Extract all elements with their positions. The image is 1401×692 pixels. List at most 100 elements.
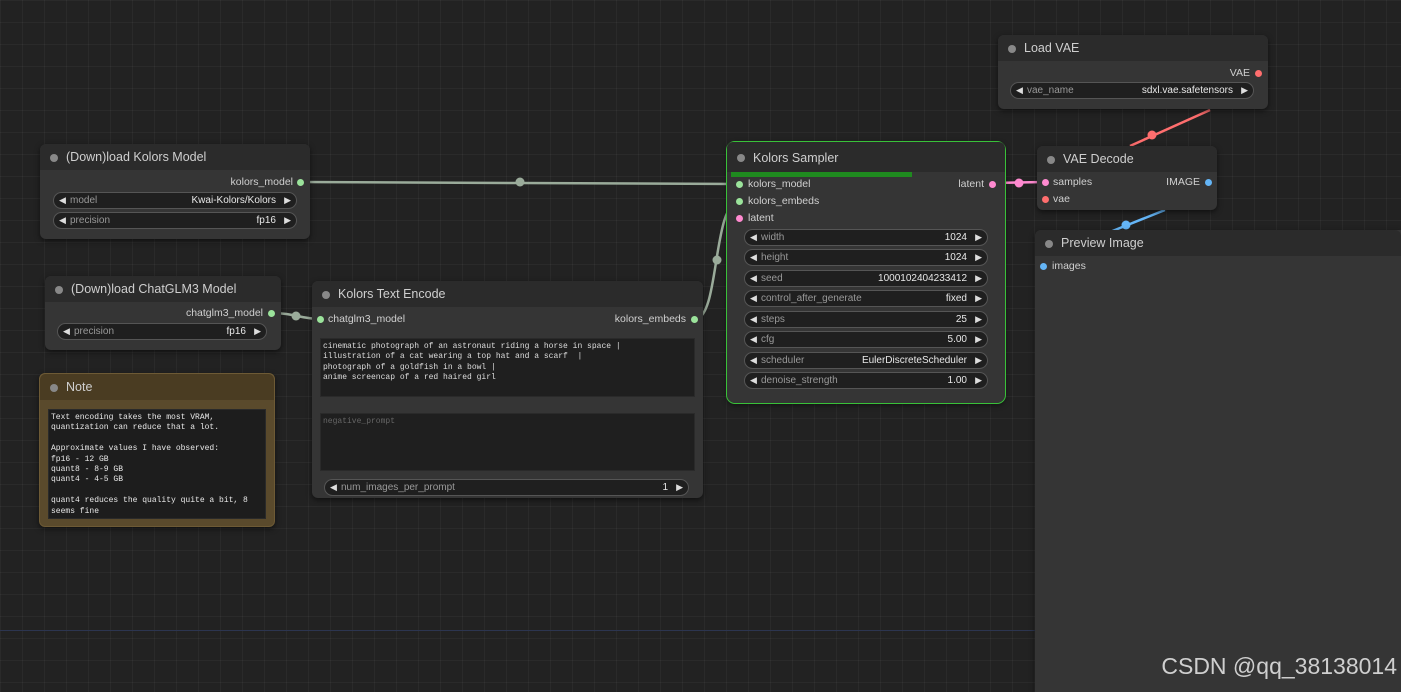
kolors-model-node[interactable]: (Down)load Kolors Model kolors_model ◀ m… bbox=[40, 144, 310, 239]
arrow-right-icon[interactable]: ▶ bbox=[975, 250, 982, 265]
input-chatglm3-model-label: chatglm3_model bbox=[328, 313, 406, 325]
arrow-left-icon[interactable]: ◀ bbox=[59, 213, 66, 228]
load-vae-node[interactable]: Load VAE VAE ◀ vae_name sdxl.vae.safeten… bbox=[998, 35, 1268, 109]
arrow-left-icon[interactable]: ◀ bbox=[750, 312, 757, 327]
prompt-textarea[interactable]: cinematic photograph of an astronaut rid… bbox=[320, 338, 695, 397]
steps-stepper[interactable]: ◀ steps 25 ▶ bbox=[744, 311, 988, 328]
arrow-right-icon[interactable]: ▶ bbox=[975, 271, 982, 286]
node-title-bar[interactable]: Note bbox=[40, 374, 274, 400]
arrow-right-icon[interactable]: ▶ bbox=[284, 193, 291, 208]
model-combo[interactable]: ◀ model Kwai-Kolors/Kolors ▶ bbox=[53, 192, 297, 209]
num-images-per-prompt-stepper[interactable]: ◀ num_images_per_prompt 1 ▶ bbox=[324, 479, 689, 496]
cfg-stepper[interactable]: ◀ cfg 5.00 ▶ bbox=[744, 331, 988, 348]
arrow-right-icon[interactable]: ▶ bbox=[975, 230, 982, 245]
chatglm3-model-node[interactable]: (Down)load ChatGLM3 Model chatglm3_model… bbox=[45, 276, 281, 350]
widget-value: EulerDiscreteScheduler bbox=[861, 355, 967, 366]
input-kolors-model-label: kolors_model bbox=[748, 178, 811, 190]
arrow-left-icon[interactable]: ◀ bbox=[750, 271, 757, 286]
collapse-dot-icon[interactable] bbox=[50, 384, 58, 392]
arrow-left-icon[interactable]: ◀ bbox=[750, 353, 757, 368]
widget-label: scheduler bbox=[761, 355, 805, 366]
note-node[interactable]: Note Text encoding takes the most VRAM, … bbox=[39, 373, 275, 527]
kolors-text-encode-node[interactable]: Kolors Text Encode chatglm3_model kolors… bbox=[312, 281, 703, 498]
output-vae-slot[interactable] bbox=[1255, 70, 1262, 77]
output-chatglm3-model-slot[interactable] bbox=[268, 310, 275, 317]
arrow-right-icon[interactable]: ▶ bbox=[284, 213, 291, 228]
collapse-dot-icon[interactable] bbox=[1008, 45, 1016, 53]
widget-label: cfg bbox=[761, 334, 775, 345]
input-samples-slot[interactable] bbox=[1042, 179, 1049, 186]
vae-name-combo[interactable]: ◀ vae_name sdxl.vae.safetensors ▶ bbox=[1010, 82, 1254, 99]
node-title-bar[interactable]: Kolors Sampler bbox=[727, 142, 1005, 172]
output-kolors-model-label: kolors_model bbox=[230, 176, 293, 188]
precision-combo[interactable]: ◀ precision fp16 ▶ bbox=[53, 212, 297, 229]
widget-value: fp16 bbox=[226, 326, 246, 337]
input-latent-label: latent bbox=[748, 212, 774, 224]
input-kolors-embeds-slot[interactable] bbox=[736, 198, 743, 205]
input-vae-slot[interactable] bbox=[1042, 196, 1049, 203]
input-kolors-model-slot[interactable] bbox=[736, 181, 743, 188]
input-samples-label: samples bbox=[1053, 176, 1093, 188]
wire-vae-midpoint bbox=[1147, 130, 1157, 140]
scheduler-combo[interactable]: ◀ scheduler EulerDiscreteScheduler ▶ bbox=[744, 352, 988, 369]
wire-image bbox=[1109, 208, 1166, 234]
preview-image-node[interactable]: Preview Image images bbox=[1035, 230, 1401, 692]
arrow-left-icon[interactable]: ◀ bbox=[750, 291, 757, 306]
denoise-strength-stepper[interactable]: ◀ denoise_strength 1.00 ▶ bbox=[744, 372, 988, 389]
widget-value: 1024 bbox=[944, 232, 967, 243]
height-stepper[interactable]: ◀ height 1024 ▶ bbox=[744, 249, 988, 266]
collapse-dot-icon[interactable] bbox=[1045, 240, 1053, 248]
arrow-left-icon[interactable]: ◀ bbox=[59, 193, 66, 208]
arrow-right-icon[interactable]: ▶ bbox=[975, 332, 982, 347]
output-kolors-embeds-slot[interactable] bbox=[691, 316, 698, 323]
canvas-guide-line bbox=[0, 630, 1035, 631]
kolors-sampler-node[interactable]: Kolors Sampler kolors_model latent kolor… bbox=[726, 141, 1006, 404]
vae-decode-node[interactable]: VAE Decode samples IMAGE vae bbox=[1037, 146, 1217, 210]
node-title-bar[interactable]: (Down)load ChatGLM3 Model bbox=[45, 276, 281, 302]
input-latent-slot[interactable] bbox=[736, 215, 743, 222]
widget-value: fixed bbox=[945, 293, 967, 304]
arrow-left-icon[interactable]: ◀ bbox=[63, 324, 70, 339]
note-text[interactable]: Text encoding takes the most VRAM, quant… bbox=[48, 409, 266, 519]
width-stepper[interactable]: ◀ width 1024 ▶ bbox=[744, 229, 988, 246]
arrow-right-icon[interactable]: ▶ bbox=[975, 291, 982, 306]
arrow-right-icon[interactable]: ▶ bbox=[975, 353, 982, 368]
seed-stepper[interactable]: ◀ seed 1000102404233412 ▶ bbox=[744, 270, 988, 287]
collapse-dot-icon[interactable] bbox=[50, 154, 58, 162]
precision-combo[interactable]: ◀ precision fp16 ▶ bbox=[57, 323, 267, 340]
input-vae-label: vae bbox=[1053, 193, 1070, 205]
node-title-bar[interactable]: Kolors Text Encode bbox=[312, 281, 703, 307]
negative-prompt-textarea[interactable]: negative_prompt bbox=[320, 413, 695, 471]
node-title-bar[interactable]: (Down)load Kolors Model bbox=[40, 144, 310, 170]
arrow-right-icon[interactable]: ▶ bbox=[1241, 83, 1248, 98]
arrow-left-icon[interactable]: ◀ bbox=[1016, 83, 1023, 98]
arrow-right-icon[interactable]: ▶ bbox=[975, 373, 982, 388]
node-title: (Down)load ChatGLM3 Model bbox=[71, 282, 237, 296]
widget-label: width bbox=[761, 232, 785, 243]
arrow-right-icon[interactable]: ▶ bbox=[975, 312, 982, 327]
arrow-left-icon[interactable]: ◀ bbox=[750, 373, 757, 388]
collapse-dot-icon[interactable] bbox=[55, 286, 63, 294]
arrow-left-icon[interactable]: ◀ bbox=[750, 332, 757, 347]
node-title: Kolors Sampler bbox=[753, 151, 839, 165]
node-title-bar[interactable]: Preview Image bbox=[1035, 230, 1401, 256]
collapse-dot-icon[interactable] bbox=[1047, 156, 1055, 164]
node-title-bar[interactable]: VAE Decode bbox=[1037, 146, 1217, 172]
collapse-dot-icon[interactable] bbox=[737, 154, 745, 162]
collapse-dot-icon[interactable] bbox=[322, 291, 330, 299]
widget-value: fp16 bbox=[256, 215, 276, 226]
node-title-bar[interactable]: Load VAE bbox=[998, 35, 1268, 61]
input-images-slot[interactable] bbox=[1040, 263, 1047, 270]
input-chatglm3-model-slot[interactable] bbox=[317, 316, 324, 323]
arrow-right-icon[interactable]: ▶ bbox=[254, 324, 261, 339]
output-kolors-model-slot[interactable] bbox=[297, 179, 304, 186]
arrow-left-icon[interactable]: ◀ bbox=[330, 480, 337, 495]
output-latent-slot[interactable] bbox=[989, 181, 996, 188]
output-image-slot[interactable] bbox=[1205, 179, 1212, 186]
widget-label: steps bbox=[761, 314, 785, 325]
arrow-left-icon[interactable]: ◀ bbox=[750, 230, 757, 245]
output-image-label: IMAGE bbox=[1166, 176, 1200, 188]
arrow-left-icon[interactable]: ◀ bbox=[750, 250, 757, 265]
control-after-generate-combo[interactable]: ◀ control_after_generate fixed ▶ bbox=[744, 290, 988, 307]
arrow-right-icon[interactable]: ▶ bbox=[676, 480, 683, 495]
